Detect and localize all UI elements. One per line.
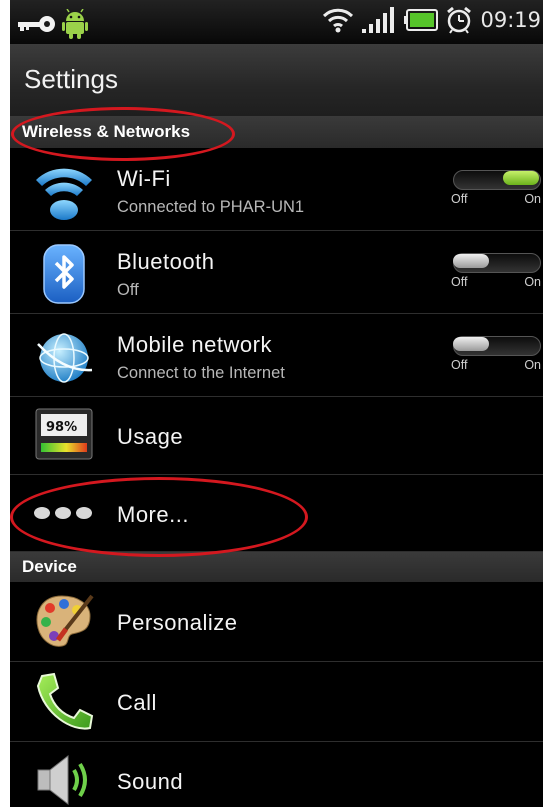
battery-icon xyxy=(404,9,439,31)
status-time: 09:19 xyxy=(480,8,541,32)
usage-meter-icon: 98% xyxy=(35,408,93,460)
section-header-device: Device xyxy=(10,552,543,582)
phone-handset-icon xyxy=(36,672,94,730)
section-header-label: Wireless & Networks xyxy=(22,122,191,141)
palette-icon xyxy=(36,594,94,647)
usage-label: Usage xyxy=(117,424,184,449)
speaker-icon xyxy=(37,754,87,806)
section-header-wireless: Wireless & Networks xyxy=(10,116,543,148)
toggle-knob xyxy=(503,171,539,185)
toggle-off-label: Off xyxy=(451,358,468,372)
section-header-label: Device xyxy=(22,557,77,576)
settings-item-bluetooth[interactable]: Bluetooth Off Off On xyxy=(10,231,543,314)
bluetooth-label: Bluetooth xyxy=(117,249,215,274)
alarm-icon xyxy=(447,6,472,34)
settings-item-sound[interactable]: Sound xyxy=(10,742,543,807)
wifi-status: Connected to PHAR-UN1 xyxy=(117,198,305,216)
title-bar: Settings xyxy=(10,44,543,117)
phone-screen: 09:19 Settings Wireless & Networks Wi-Fi… xyxy=(10,0,543,807)
wifi-icon xyxy=(36,168,92,220)
settings-item-call[interactable]: Call xyxy=(10,662,543,742)
toggle-on-label: On xyxy=(524,192,541,206)
toggle-off-label: Off xyxy=(451,192,468,206)
page-title: Settings xyxy=(24,64,118,94)
toggle-off-label: Off xyxy=(451,275,468,289)
toggle-knob xyxy=(453,254,489,268)
bluetooth-toggle[interactable]: Off On xyxy=(451,251,541,291)
android-icon xyxy=(62,9,88,39)
settings-item-mobile-network[interactable]: Mobile network Connect to the Internet O… xyxy=(10,314,543,397)
usage-meter-text: 98% xyxy=(46,420,77,435)
globe-network-icon xyxy=(37,333,93,383)
call-label: Call xyxy=(117,690,157,715)
status-bar: 09:19 xyxy=(10,0,543,44)
sound-label: Sound xyxy=(117,769,184,794)
key-icon xyxy=(18,16,55,32)
bluetooth-status: Off xyxy=(117,281,139,299)
settings-item-usage[interactable]: 98% Usage xyxy=(10,397,543,475)
bluetooth-icon xyxy=(43,244,85,304)
toggle-on-label: On xyxy=(524,358,541,372)
more-label: More... xyxy=(117,502,189,527)
wifi-toggle[interactable]: Off On xyxy=(451,168,541,208)
settings-item-more[interactable]: More... xyxy=(10,475,543,552)
personalize-label: Personalize xyxy=(117,610,238,635)
mobile-network-label: Mobile network xyxy=(117,332,272,357)
more-dots-icon xyxy=(34,507,92,519)
signal-icon xyxy=(362,7,395,33)
mobile-network-toggle[interactable]: Off On xyxy=(451,334,541,374)
wifi-label: Wi-Fi xyxy=(117,166,171,191)
settings-item-wifi[interactable]: Wi-Fi Connected to PHAR-UN1 Off On xyxy=(10,148,543,231)
toggle-on-label: On xyxy=(524,275,541,289)
mobile-network-status: Connect to the Internet xyxy=(117,364,285,382)
toggle-knob xyxy=(453,337,489,351)
settings-item-personalize[interactable]: Personalize xyxy=(10,582,543,662)
wifi-status-icon xyxy=(323,8,354,33)
